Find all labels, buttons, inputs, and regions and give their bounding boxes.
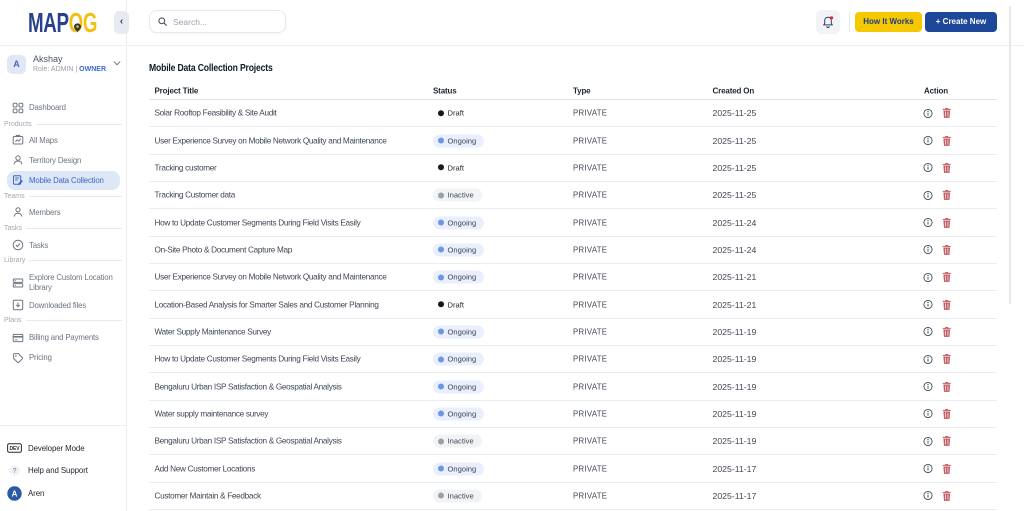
svg-text:DEV: DEV bbox=[9, 446, 20, 452]
svg-text:?: ? bbox=[12, 468, 16, 475]
svg-text:A: A bbox=[11, 489, 17, 498]
